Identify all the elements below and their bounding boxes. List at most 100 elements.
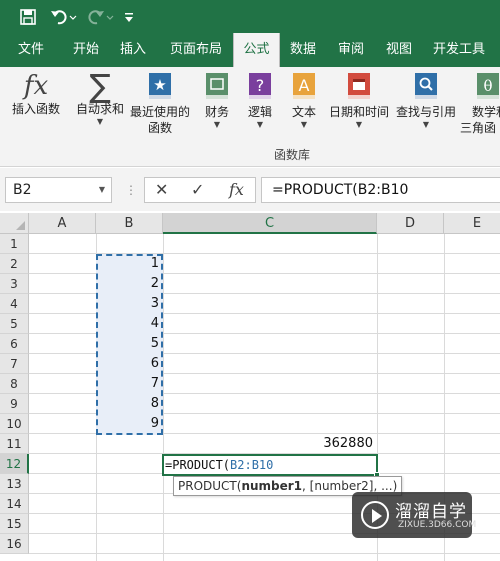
- row-header[interactable]: 1: [0, 234, 29, 254]
- tab-developer[interactable]: 开发工具: [426, 33, 492, 67]
- row-header[interactable]: 14: [0, 494, 29, 514]
- tab-review[interactable]: 审阅: [328, 33, 374, 67]
- finance-book-icon: [206, 73, 228, 99]
- column-header-c[interactable]: C: [163, 213, 377, 234]
- save-icon[interactable]: [20, 6, 40, 28]
- text-book-icon: A: [293, 73, 315, 99]
- tooltip-arg-number1[interactable]: number1: [241, 479, 302, 493]
- tab-formulas[interactable]: 公式: [233, 33, 280, 67]
- formula-buttons: ✕ ✓ fx: [144, 177, 256, 203]
- insert-function-button[interactable]: fx 插入函数: [8, 71, 64, 117]
- chevron-down-icon: ▼: [422, 120, 430, 129]
- financial-button[interactable]: 财务 ▼: [198, 71, 236, 130]
- autosum-label: 自动求和: [75, 102, 124, 116]
- redo-icon[interactable]: [87, 6, 117, 28]
- row-header[interactable]: 15: [0, 514, 29, 534]
- row-header[interactable]: 5: [0, 314, 29, 334]
- logical-label: 逻辑: [247, 105, 272, 119]
- insert-function-label: 插入函数: [11, 102, 60, 116]
- ribbon-panel: fx 插入函数 ∑ 自动求和 ▼ ★ 最近使用的 函数 财务 ▼ ? 逻辑 ▼ …: [0, 67, 500, 167]
- column-header-a[interactable]: A: [29, 213, 96, 234]
- lookup-book-icon: [415, 73, 437, 99]
- gridline: [29, 553, 500, 554]
- row-header[interactable]: 4: [0, 294, 29, 314]
- row-header[interactable]: 6: [0, 334, 29, 354]
- cell-edit-text[interactable]: =PRODUCT(B2:B10: [165, 455, 273, 475]
- formula-bar-grip-icon: ⋮: [125, 183, 137, 197]
- math-book-icon: θ: [477, 73, 499, 99]
- autosum-button[interactable]: ∑ 自动求和 ▼: [72, 67, 128, 127]
- chevron-down-icon: ▼: [300, 120, 308, 129]
- cell-b10[interactable]: 9: [96, 414, 163, 434]
- ribbon-tabs: 文件 开始 插入 页面布局 公式 数据 审阅 视图 开发工具: [0, 33, 500, 67]
- formula-input[interactable]: =PRODUCT(B2:B10: [261, 177, 500, 203]
- row-header[interactable]: 11: [0, 434, 29, 454]
- text-label: 文本: [291, 105, 316, 119]
- date-time-label: 日期和时间: [328, 105, 389, 119]
- tooltip-function-name[interactable]: PRODUCT(: [178, 479, 241, 493]
- edit-function-text: =PRODUCT(: [165, 458, 231, 472]
- star-book-icon: ★: [149, 73, 171, 99]
- chevron-down-icon: ▼: [256, 120, 264, 129]
- lookup-reference-label: 查找与引用: [395, 105, 456, 119]
- column-header-e[interactable]: E: [444, 213, 500, 234]
- row-header[interactable]: 9: [0, 394, 29, 414]
- insert-function-icon[interactable]: fx: [229, 180, 244, 199]
- tab-home[interactable]: 开始: [63, 33, 109, 67]
- quick-access-toolbar: [0, 0, 500, 33]
- cell-b4[interactable]: 3: [96, 294, 163, 314]
- svg-text:A: A: [299, 76, 310, 95]
- row-header[interactable]: 7: [0, 354, 29, 374]
- cell-b8[interactable]: 7: [96, 374, 163, 394]
- logical-button[interactable]: ? 逻辑 ▼: [242, 71, 278, 130]
- cell-b2[interactable]: 1: [96, 254, 163, 274]
- tab-data[interactable]: 数据: [280, 33, 326, 67]
- cell-c11[interactable]: 362880: [163, 434, 377, 454]
- play-logo-icon: [361, 501, 389, 529]
- watermark-title: 溜溜自学: [395, 502, 467, 522]
- fx-icon: fx: [23, 71, 49, 101]
- edit-range-ref: B2:B10: [230, 458, 274, 472]
- cell-b7[interactable]: 6: [96, 354, 163, 374]
- tab-insert[interactable]: 插入: [110, 33, 156, 67]
- recent-functions-button[interactable]: ★ 最近使用的 函数: [127, 71, 193, 136]
- name-box[interactable]: B2 ▼: [5, 177, 112, 203]
- cell-b3[interactable]: 2: [96, 274, 163, 294]
- chevron-down-icon: ▼: [213, 120, 221, 129]
- enter-icon[interactable]: ✓: [191, 180, 204, 199]
- customize-icon[interactable]: [124, 6, 140, 28]
- tab-page-layout[interactable]: 页面布局: [163, 33, 229, 67]
- row-header[interactable]: 16: [0, 534, 29, 554]
- tab-file[interactable]: 文件: [8, 33, 54, 67]
- recent-functions-label: 最近使用的: [129, 105, 190, 119]
- cell-b6[interactable]: 5: [96, 334, 163, 354]
- row-header[interactable]: 10: [0, 414, 29, 434]
- watermark-subtitle: ZIXUE.3D66.COM: [398, 520, 477, 530]
- math-trig-button[interactable]: θ 数学和 三角函: [460, 71, 500, 136]
- formula-bar: B2 ▼ ⋮ ✕ ✓ fx =PRODUCT(B2:B10: [0, 168, 500, 211]
- function-library-group-label: 函数库: [273, 148, 310, 162]
- tab-view[interactable]: 视图: [376, 33, 422, 67]
- undo-icon[interactable]: [50, 6, 80, 28]
- text-button[interactable]: A 文本 ▼: [286, 71, 322, 130]
- gridline: [163, 234, 164, 561]
- sigma-icon: ∑: [89, 67, 111, 105]
- watermark: 溜溜自学 ZIXUE.3D66.COM: [352, 492, 476, 538]
- cell-b5[interactable]: 4: [96, 314, 163, 334]
- cancel-icon[interactable]: ✕: [155, 180, 168, 199]
- row-header[interactable]: 8: [0, 374, 29, 394]
- column-header-b[interactable]: B: [96, 213, 163, 234]
- chevron-down-icon: ▼: [355, 120, 363, 129]
- date-time-button[interactable]: 日期和时间 ▼: [326, 71, 392, 130]
- chevron-down-icon[interactable]: ▼: [99, 178, 105, 202]
- select-all-button[interactable]: [0, 213, 29, 234]
- row-header[interactable]: 3: [0, 274, 29, 294]
- row-header[interactable]: 2: [0, 254, 29, 274]
- cell-b9[interactable]: 8: [96, 394, 163, 414]
- row-header[interactable]: 13: [0, 474, 29, 494]
- calendar-book-icon: [348, 73, 370, 99]
- math-trig-label-2: 三角函: [460, 121, 497, 135]
- column-header-d[interactable]: D: [377, 213, 444, 234]
- row-header[interactable]: 12: [0, 454, 29, 474]
- lookup-reference-button[interactable]: 查找与引用 ▼: [393, 71, 459, 130]
